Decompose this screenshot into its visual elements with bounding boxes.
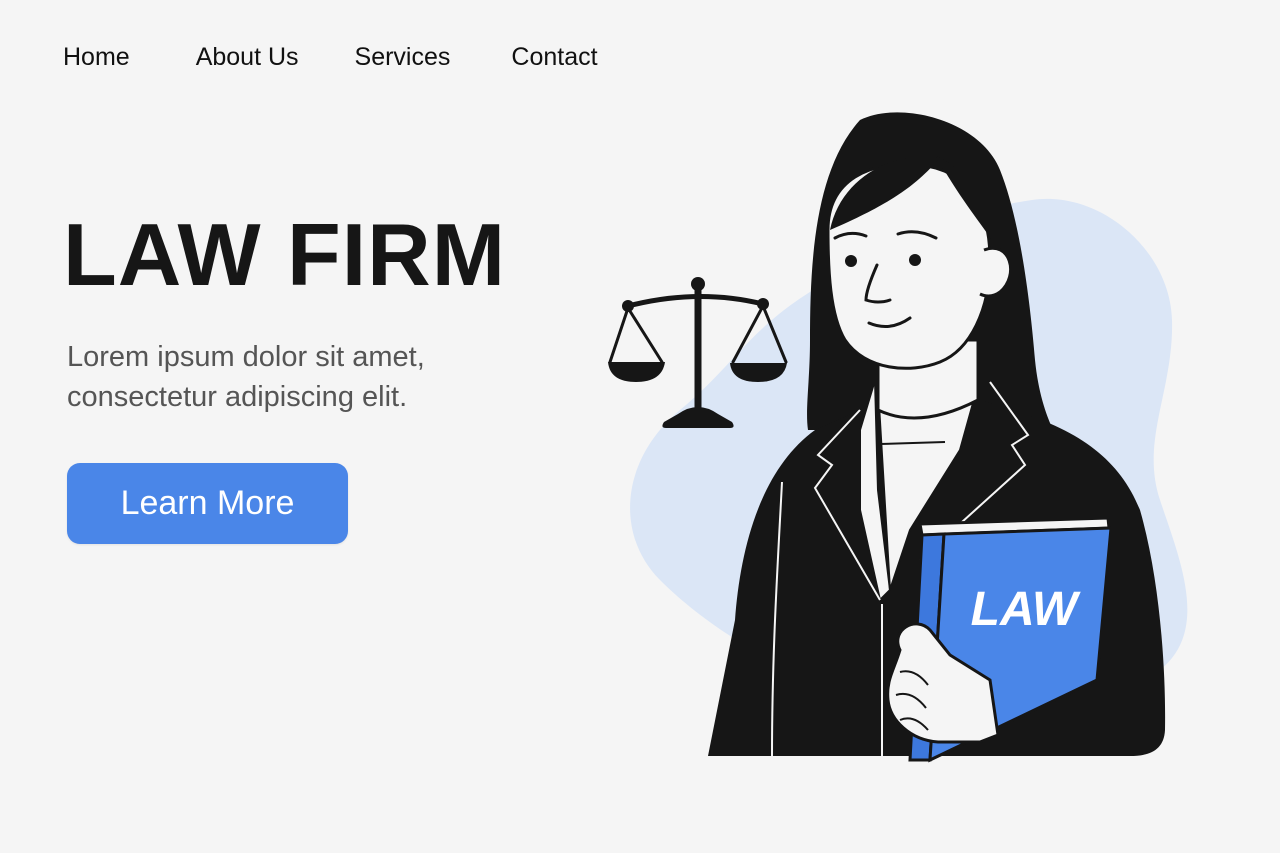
book-label: LAW xyxy=(971,583,1081,636)
nav-link-contact[interactable]: Contact xyxy=(511,40,597,74)
top-navigation: Home About Us Services Contact xyxy=(63,40,598,74)
hero-subtitle: Lorem ipsum dolor sit amet, consectetur … xyxy=(67,341,425,413)
nav-link-home[interactable]: Home xyxy=(63,40,130,74)
learn-more-button[interactable]: Learn More xyxy=(67,463,348,544)
hero-title: LAW FIRM xyxy=(63,205,507,304)
hero-illustration: LAW xyxy=(608,112,1188,763)
nav-link-about-us[interactable]: About Us xyxy=(196,40,299,74)
nav-link-services[interactable]: Services xyxy=(355,40,451,74)
